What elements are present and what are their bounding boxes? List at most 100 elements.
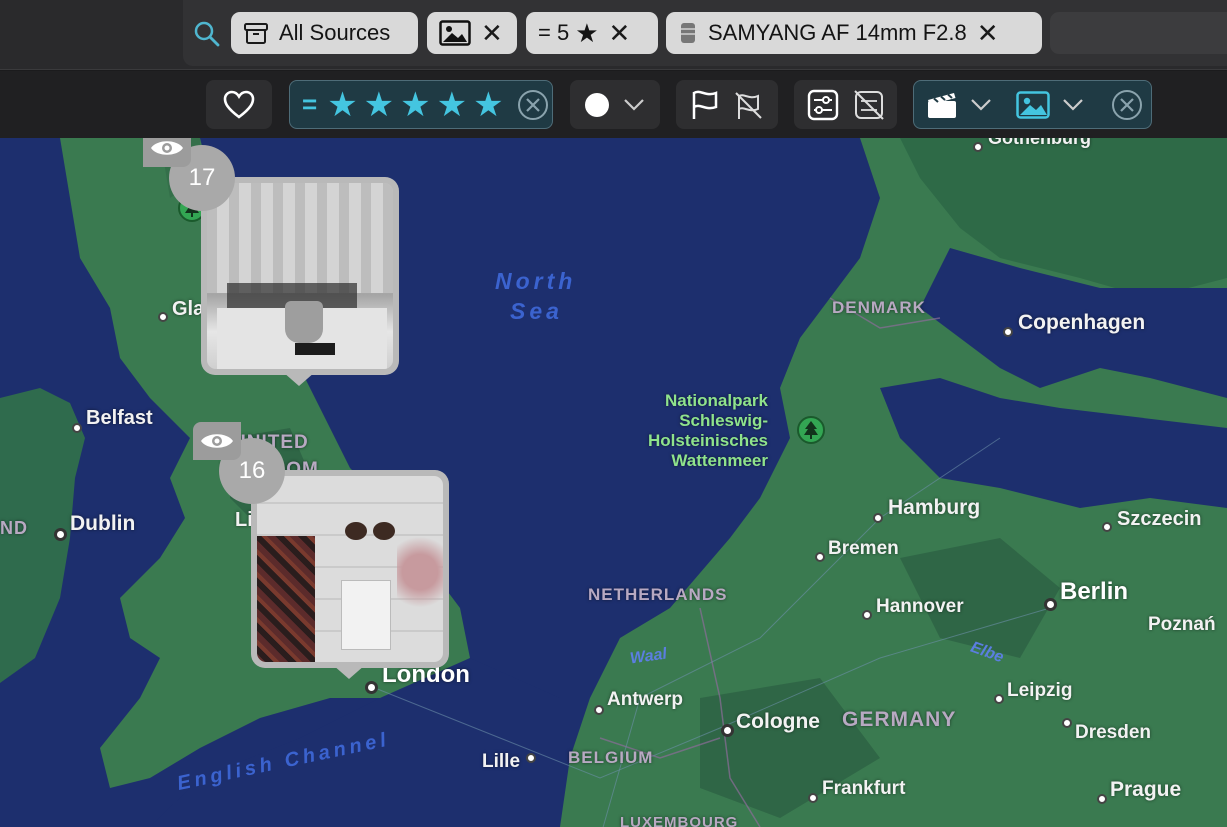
city-dot	[994, 694, 1004, 704]
glasgow-label: Gla	[172, 298, 205, 320]
city-dot	[1003, 327, 1013, 337]
remove-media-type-icon[interactable]: ✕	[481, 20, 503, 46]
photo-cluster-frame[interactable]	[251, 470, 449, 668]
cluster-pointer	[333, 665, 365, 679]
lens-icon	[681, 23, 695, 43]
sources-token-label: All Sources	[279, 20, 391, 45]
germany-label: GERMANY	[842, 708, 957, 731]
denmark-label: DENMARK	[832, 298, 926, 317]
city-dot	[873, 513, 883, 523]
remove-rating-icon[interactable]: ✕	[609, 20, 631, 46]
belfast-label: Belfast	[86, 407, 153, 429]
color-label-filter[interactable]	[570, 80, 660, 129]
chevron-down-icon	[971, 98, 991, 111]
no-adjustments-icon[interactable]	[853, 89, 885, 121]
search-bar: All Sources ✕ = 5 ★ ✕ SAMYANG AF 14mm F2…	[0, 0, 1227, 70]
map-view[interactable]: North Sea English Channel UNITED KINGDOM…	[0, 138, 1227, 827]
chevron-down-icon	[624, 98, 644, 111]
eye-icon[interactable]	[143, 138, 191, 167]
adjustments-icon[interactable]	[807, 89, 839, 121]
city-dot	[1102, 522, 1112, 532]
map-base	[0, 138, 1227, 827]
photo-icon[interactable]	[1016, 90, 1050, 119]
north-sea-label-line1: North	[495, 268, 577, 294]
cologne-label: Cologne	[736, 710, 820, 733]
prague-label: Prague	[1110, 778, 1182, 801]
city-dot	[808, 793, 818, 803]
city-dot	[721, 724, 734, 737]
city-dot	[72, 423, 82, 433]
eye-icon[interactable]	[193, 422, 241, 460]
star-icon[interactable]: ★	[400, 88, 430, 122]
clear-rating-icon[interactable]	[516, 88, 550, 122]
unflag-icon[interactable]	[734, 89, 764, 121]
chevron-down-icon	[1063, 98, 1083, 111]
star-icon[interactable]: ★	[437, 88, 467, 122]
city-dot	[1097, 794, 1107, 804]
north-sea-label-line2: Sea	[510, 298, 563, 324]
video-clapper-icon[interactable]	[926, 90, 958, 120]
luxembourg-label: LUXEMBOURG	[620, 814, 739, 827]
city-dot	[815, 552, 825, 562]
gothenburg-label: Gothenburg	[988, 138, 1091, 148]
szczecin-label: Szczecin	[1117, 508, 1202, 530]
bremen-label: Bremen	[828, 538, 899, 559]
flag-filter[interactable]	[676, 80, 778, 129]
sources-token[interactable]: All Sources	[231, 12, 418, 54]
star-icon[interactable]: ★	[473, 88, 503, 122]
leipzig-label: Leipzig	[1007, 680, 1073, 701]
rating-token[interactable]: = 5 ★ ✕	[526, 12, 658, 54]
archive-box-icon	[244, 23, 268, 44]
park-tree-icon[interactable]	[797, 416, 825, 444]
flag-icon[interactable]	[690, 89, 720, 121]
city-dot	[158, 312, 168, 322]
photo-thumbnail[interactable]	[207, 183, 393, 369]
search-icon[interactable]	[193, 20, 221, 48]
park-label-line1: Nationalpark	[665, 391, 768, 410]
hamburg-label: Hamburg	[888, 496, 981, 519]
dresden-label: Dresden	[1075, 722, 1152, 743]
city-dot	[973, 142, 983, 152]
lens-token[interactable]: SAMYANG AF 14mm F2.8 ✕	[666, 12, 1042, 54]
cluster-pointer	[283, 372, 315, 386]
hannover-label: Hannover	[876, 596, 964, 617]
capital-dot	[54, 528, 67, 541]
park-label: Nationalpark Schleswig- Holsteinisches W…	[648, 391, 768, 471]
city-dot	[526, 753, 536, 763]
rating-operator: =	[302, 89, 318, 119]
heart-icon	[223, 90, 255, 119]
capital-dot	[1044, 598, 1057, 611]
color-dot-icon	[585, 92, 609, 117]
rating-filter[interactable]: = ★ ★ ★ ★ ★	[289, 80, 553, 129]
star-icon: ★	[575, 17, 599, 48]
media-type-token[interactable]: ✕	[427, 12, 517, 54]
filter-bar: = ★ ★ ★ ★ ★	[0, 71, 1227, 138]
city-dot	[594, 705, 604, 715]
adjustments-filter[interactable]	[794, 80, 897, 129]
favorite-filter-button[interactable]	[206, 80, 272, 129]
star-icon[interactable]: ★	[364, 88, 394, 122]
dublin-label: Dublin	[70, 512, 136, 535]
belgium-label: BELGIUM	[568, 748, 654, 767]
city-dot	[862, 610, 872, 620]
remove-lens-icon[interactable]: ✕	[977, 20, 999, 46]
photo-thumbnail[interactable]	[257, 476, 443, 662]
clear-media-filter-icon[interactable]	[1110, 88, 1144, 122]
media-type-filter[interactable]	[913, 80, 1152, 129]
poznan-label: Poznań	[1148, 614, 1216, 635]
park-label-line2: Schleswig-	[679, 411, 768, 430]
copenhagen-label: Copenhagen	[1018, 311, 1146, 334]
antwerp-label: Antwerp	[607, 689, 683, 710]
berlin-label: Berlin	[1060, 578, 1129, 605]
rating-token-label: = 5	[538, 20, 570, 45]
photo-cluster-frame[interactable]	[201, 177, 399, 375]
star-icon[interactable]: ★	[327, 88, 357, 122]
park-label-line4: Wattenmeer	[671, 451, 768, 470]
photo-icon	[439, 20, 471, 46]
capital-dot	[365, 681, 378, 694]
ireland-label: ND	[0, 518, 28, 538]
search-text-area[interactable]	[1050, 12, 1227, 54]
frankfurt-label: Frankfurt	[822, 778, 906, 799]
park-label-line3: Holsteinisches	[648, 431, 768, 450]
lille-label: Lille	[482, 751, 521, 772]
